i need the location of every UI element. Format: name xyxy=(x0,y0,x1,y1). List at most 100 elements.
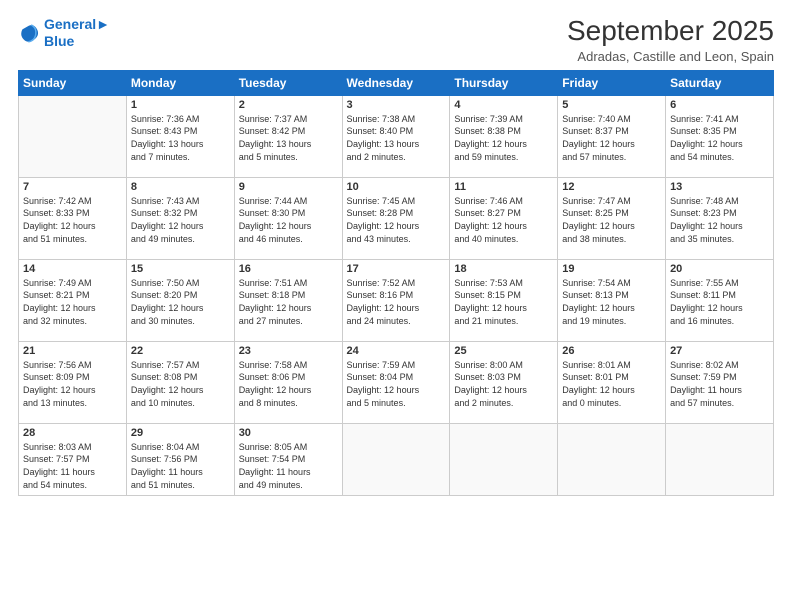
logo-icon xyxy=(18,22,40,44)
day-info: Sunrise: 7:52 AM Sunset: 8:16 PM Dayligh… xyxy=(347,277,446,327)
calendar-header-thursday: Thursday xyxy=(450,70,558,95)
day-info: Sunrise: 8:04 AM Sunset: 7:56 PM Dayligh… xyxy=(131,441,230,491)
day-number: 27 xyxy=(670,345,769,357)
logo-line2: Blue xyxy=(44,33,110,50)
day-number: 28 xyxy=(23,427,122,439)
day-info: Sunrise: 7:44 AM Sunset: 8:30 PM Dayligh… xyxy=(239,195,338,245)
logo-text: General► Blue xyxy=(44,16,110,50)
calendar-cell: 21 Sunrise: 7:56 AM Sunset: 8:09 PM Dayli… xyxy=(19,341,127,423)
day-number: 13 xyxy=(670,181,769,193)
day-info: Sunrise: 7:39 AM Sunset: 8:38 PM Dayligh… xyxy=(454,113,553,163)
logo-line1: General xyxy=(44,16,96,32)
day-number: 22 xyxy=(131,345,230,357)
calendar-cell xyxy=(666,423,774,495)
day-number: 12 xyxy=(562,181,661,193)
day-number: 29 xyxy=(131,427,230,439)
day-number: 19 xyxy=(562,263,661,275)
day-number: 5 xyxy=(562,99,661,111)
calendar-week-5: 28 Sunrise: 8:03 AM Sunset: 7:57 PM Dayli… xyxy=(19,423,774,495)
calendar-cell: 29 Sunrise: 8:04 AM Sunset: 7:56 PM Dayli… xyxy=(126,423,234,495)
day-number: 17 xyxy=(347,263,446,275)
day-info: Sunrise: 7:54 AM Sunset: 8:13 PM Dayligh… xyxy=(562,277,661,327)
calendar-week-1: 1 Sunrise: 7:36 AM Sunset: 8:43 PM Daylig… xyxy=(19,95,774,177)
calendar-cell: 10Sunrise: 7:45 AM Sunset: 8:28 PM Dayli… xyxy=(342,177,450,259)
calendar-cell: 23 Sunrise: 7:58 AM Sunset: 8:06 PM Dayli… xyxy=(234,341,342,423)
calendar-cell: 11 Sunrise: 7:46 AM Sunset: 8:27 PM Dayli… xyxy=(450,177,558,259)
calendar-header-sunday: Sunday xyxy=(19,70,127,95)
calendar-cell xyxy=(19,95,127,177)
main-title: September 2025 xyxy=(567,16,774,47)
day-info: Sunrise: 7:38 AM Sunset: 8:40 PM Dayligh… xyxy=(347,113,446,163)
day-info: Sunrise: 7:57 AM Sunset: 8:08 PM Dayligh… xyxy=(131,359,230,409)
calendar-cell xyxy=(450,423,558,495)
day-info: Sunrise: 7:59 AM Sunset: 8:04 PM Dayligh… xyxy=(347,359,446,409)
day-number: 15 xyxy=(131,263,230,275)
day-number: 30 xyxy=(239,427,338,439)
page: General► Blue September 2025 Adradas, Ca… xyxy=(0,0,792,612)
day-info: Sunrise: 7:51 AM Sunset: 8:18 PM Dayligh… xyxy=(239,277,338,327)
calendar-cell: 14Sunrise: 7:49 AM Sunset: 8:21 PM Dayli… xyxy=(19,259,127,341)
calendar-cell: 24 Sunrise: 7:59 AM Sunset: 8:04 PM Dayli… xyxy=(342,341,450,423)
header: General► Blue September 2025 Adradas, Ca… xyxy=(18,16,774,64)
calendar-cell: 17 Sunrise: 7:52 AM Sunset: 8:16 PM Dayli… xyxy=(342,259,450,341)
day-info: Sunrise: 7:58 AM Sunset: 8:06 PM Dayligh… xyxy=(239,359,338,409)
calendar-cell: 6 Sunrise: 7:41 AM Sunset: 8:35 PM Daylig… xyxy=(666,95,774,177)
day-number: 25 xyxy=(454,345,553,357)
day-info: Sunrise: 8:03 AM Sunset: 7:57 PM Dayligh… xyxy=(23,441,122,491)
calendar-cell: 16Sunrise: 7:51 AM Sunset: 8:18 PM Dayli… xyxy=(234,259,342,341)
day-number: 4 xyxy=(454,99,553,111)
calendar-week-3: 14Sunrise: 7:49 AM Sunset: 8:21 PM Dayli… xyxy=(19,259,774,341)
subtitle: Adradas, Castille and Leon, Spain xyxy=(567,49,774,64)
day-number: 2 xyxy=(239,99,338,111)
calendar-cell: 30 Sunrise: 8:05 AM Sunset: 7:54 PM Dayli… xyxy=(234,423,342,495)
day-info: Sunrise: 8:00 AM Sunset: 8:03 PM Dayligh… xyxy=(454,359,553,409)
calendar-cell: 20Sunrise: 7:55 AM Sunset: 8:11 PM Dayli… xyxy=(666,259,774,341)
day-info: Sunrise: 7:47 AM Sunset: 8:25 PM Dayligh… xyxy=(562,195,661,245)
calendar-cell xyxy=(342,423,450,495)
calendar-cell: 26Sunrise: 8:01 AM Sunset: 8:01 PM Dayli… xyxy=(558,341,666,423)
day-info: Sunrise: 7:56 AM Sunset: 8:09 PM Dayligh… xyxy=(23,359,122,409)
calendar-week-4: 21 Sunrise: 7:56 AM Sunset: 8:09 PM Dayli… xyxy=(19,341,774,423)
day-number: 24 xyxy=(347,345,446,357)
day-info: Sunrise: 8:05 AM Sunset: 7:54 PM Dayligh… xyxy=(239,441,338,491)
calendar-cell xyxy=(558,423,666,495)
day-number: 9 xyxy=(239,181,338,193)
day-number: 1 xyxy=(131,99,230,111)
day-info: Sunrise: 7:42 AM Sunset: 8:33 PM Dayligh… xyxy=(23,195,122,245)
day-info: Sunrise: 7:49 AM Sunset: 8:21 PM Dayligh… xyxy=(23,277,122,327)
calendar-header-wednesday: Wednesday xyxy=(342,70,450,95)
day-number: 6 xyxy=(670,99,769,111)
calendar-cell: 1 Sunrise: 7:36 AM Sunset: 8:43 PM Daylig… xyxy=(126,95,234,177)
day-info: Sunrise: 7:53 AM Sunset: 8:15 PM Dayligh… xyxy=(454,277,553,327)
calendar-header-row: SundayMondayTuesdayWednesdayThursdayFrid… xyxy=(19,70,774,95)
calendar-cell: 9 Sunrise: 7:44 AM Sunset: 8:30 PM Daylig… xyxy=(234,177,342,259)
day-info: Sunrise: 7:46 AM Sunset: 8:27 PM Dayligh… xyxy=(454,195,553,245)
day-info: Sunrise: 8:02 AM Sunset: 7:59 PM Dayligh… xyxy=(670,359,769,409)
day-info: Sunrise: 7:43 AM Sunset: 8:32 PM Dayligh… xyxy=(131,195,230,245)
day-info: Sunrise: 7:41 AM Sunset: 8:35 PM Dayligh… xyxy=(670,113,769,163)
day-number: 8 xyxy=(131,181,230,193)
calendar-cell: 25 Sunrise: 8:00 AM Sunset: 8:03 PM Dayli… xyxy=(450,341,558,423)
day-info: Sunrise: 7:48 AM Sunset: 8:23 PM Dayligh… xyxy=(670,195,769,245)
calendar-cell: 13 Sunrise: 7:48 AM Sunset: 8:23 PM Dayli… xyxy=(666,177,774,259)
day-number: 21 xyxy=(23,345,122,357)
day-number: 7 xyxy=(23,181,122,193)
day-info: Sunrise: 7:50 AM Sunset: 8:20 PM Dayligh… xyxy=(131,277,230,327)
calendar-cell: 12 Sunrise: 7:47 AM Sunset: 8:25 PM Dayli… xyxy=(558,177,666,259)
day-info: Sunrise: 7:45 AM Sunset: 8:28 PM Dayligh… xyxy=(347,195,446,245)
calendar-cell: 22 Sunrise: 7:57 AM Sunset: 8:08 PM Dayli… xyxy=(126,341,234,423)
calendar-cell: 28 Sunrise: 8:03 AM Sunset: 7:57 PM Dayli… xyxy=(19,423,127,495)
day-number: 23 xyxy=(239,345,338,357)
day-number: 3 xyxy=(347,99,446,111)
calendar-cell: 7 Sunrise: 7:42 AM Sunset: 8:33 PM Daylig… xyxy=(19,177,127,259)
calendar-cell: 2 Sunrise: 7:37 AM Sunset: 8:42 PM Daylig… xyxy=(234,95,342,177)
title-block: September 2025 Adradas, Castille and Leo… xyxy=(567,16,774,64)
calendar-header-friday: Friday xyxy=(558,70,666,95)
calendar-cell: 18Sunrise: 7:53 AM Sunset: 8:15 PM Dayli… xyxy=(450,259,558,341)
day-info: Sunrise: 7:36 AM Sunset: 8:43 PM Dayligh… xyxy=(131,113,230,163)
calendar-cell: 15 Sunrise: 7:50 AM Sunset: 8:20 PM Dayli… xyxy=(126,259,234,341)
day-info: Sunrise: 7:37 AM Sunset: 8:42 PM Dayligh… xyxy=(239,113,338,163)
calendar-cell: 4 Sunrise: 7:39 AM Sunset: 8:38 PM Daylig… xyxy=(450,95,558,177)
calendar-cell: 19 Sunrise: 7:54 AM Sunset: 8:13 PM Dayli… xyxy=(558,259,666,341)
day-number: 11 xyxy=(454,181,553,193)
